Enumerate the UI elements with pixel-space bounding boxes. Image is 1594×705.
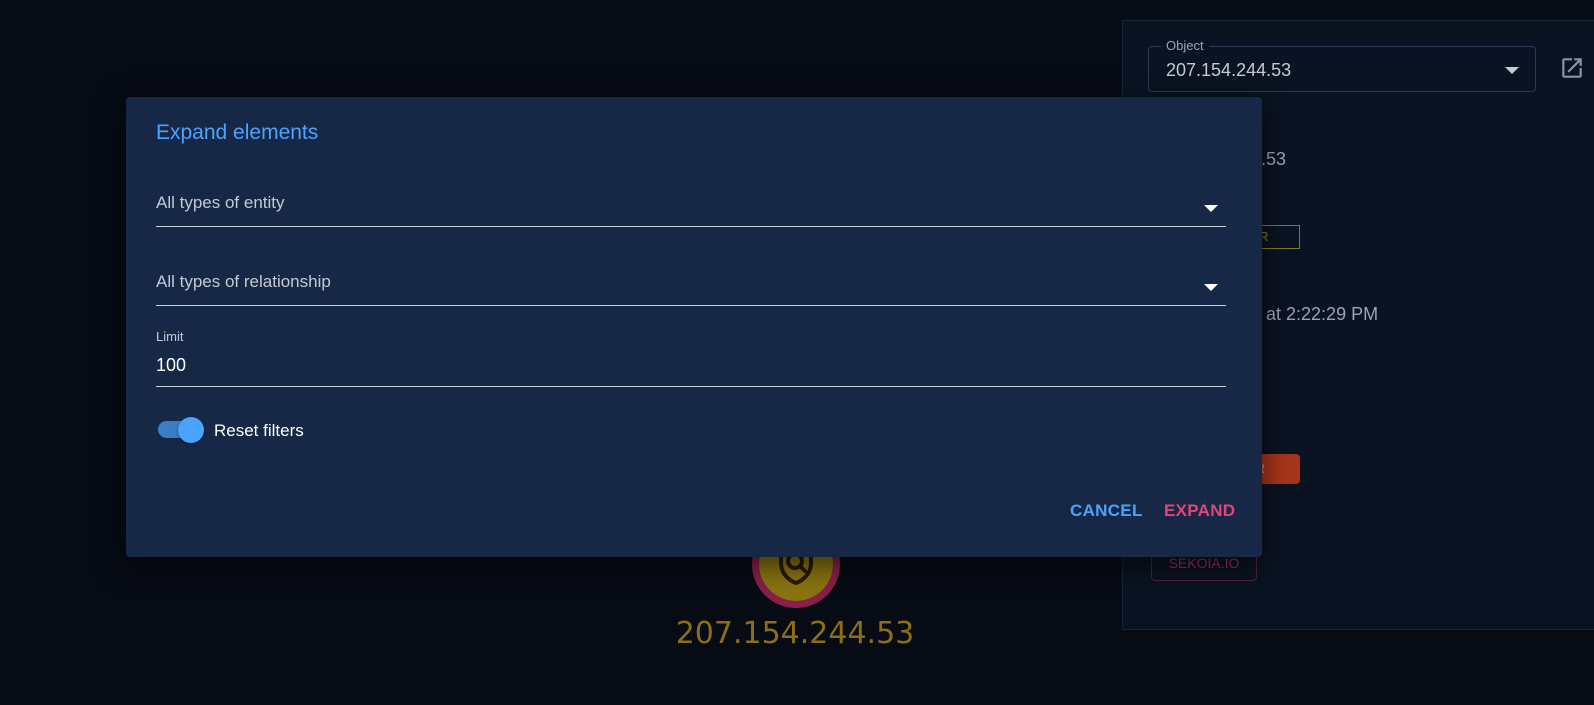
creation-date-text: 3 at 2:22:29 PM [1251,304,1379,324]
relationship-type-select[interactable]: All types of relationship [156,256,1226,306]
toggle-thumb [178,417,204,443]
object-legend: Object [1161,38,1209,53]
graph-node-label: 207.154.244.53 [675,616,915,651]
dialog-title: Expand elements [156,121,319,144]
expand-elements-dialog: Expand elements All types of entity All … [126,97,1262,557]
limit-field: Limit [156,329,1226,387]
entity-type-select-value: All types of entity [156,193,285,212]
object-select[interactable]: Object 207.154.244.53 [1148,38,1536,92]
object-value: 207.154.244.53 [1166,60,1292,80]
chevron-down-icon [1505,67,1519,74]
limit-input[interactable] [156,355,456,376]
reset-filters-toggle[interactable] [156,415,204,443]
relationship-type-select-value: All types of relationship [156,272,331,291]
expand-button[interactable]: EXPAND [1156,493,1243,529]
open-in-new-icon[interactable] [1559,55,1585,81]
reset-filters-label: Reset filters [214,421,304,440]
cancel-button[interactable]: CANCEL [1062,493,1151,529]
chevron-down-icon [1204,284,1218,291]
limit-label: Limit [156,329,184,344]
chevron-down-icon [1204,205,1218,212]
entity-type-select[interactable]: All types of entity [156,177,1226,227]
